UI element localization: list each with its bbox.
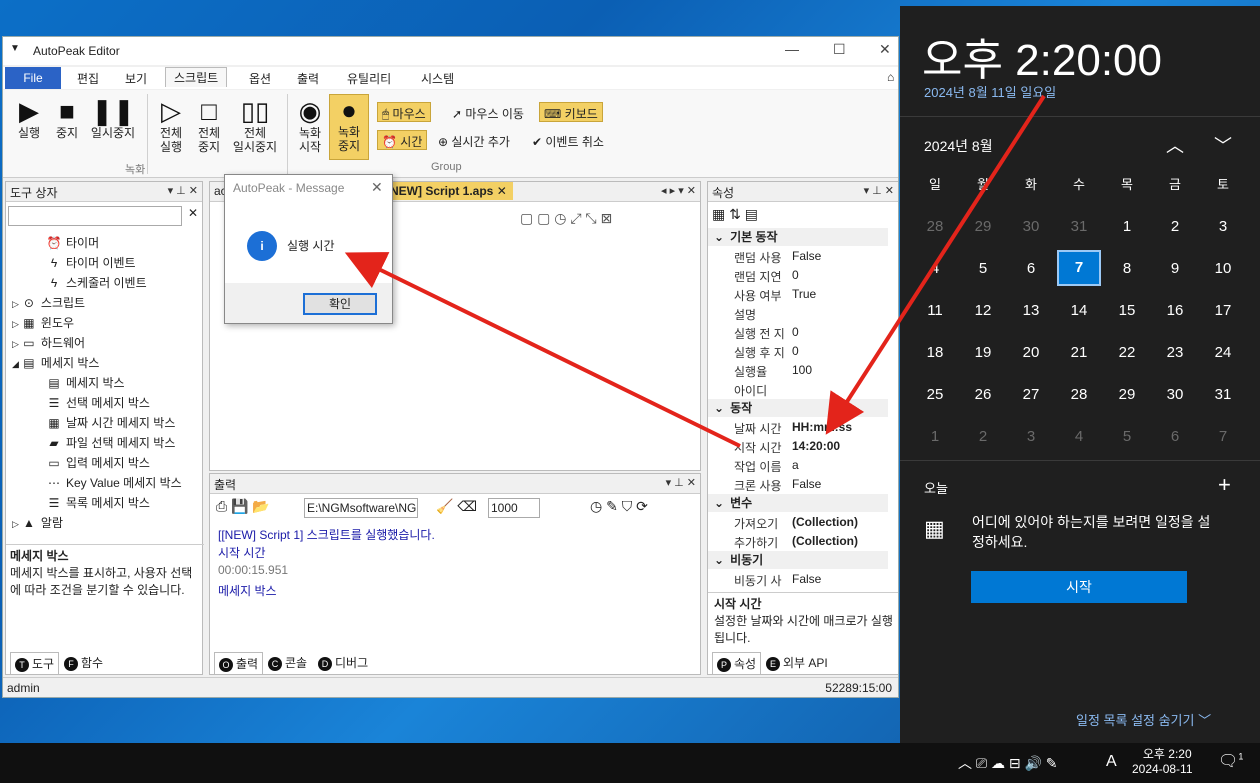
arrow-to-start-time <box>825 94 1046 435</box>
annotation-arrows <box>344 94 1046 448</box>
arrow-to-message <box>344 252 741 448</box>
